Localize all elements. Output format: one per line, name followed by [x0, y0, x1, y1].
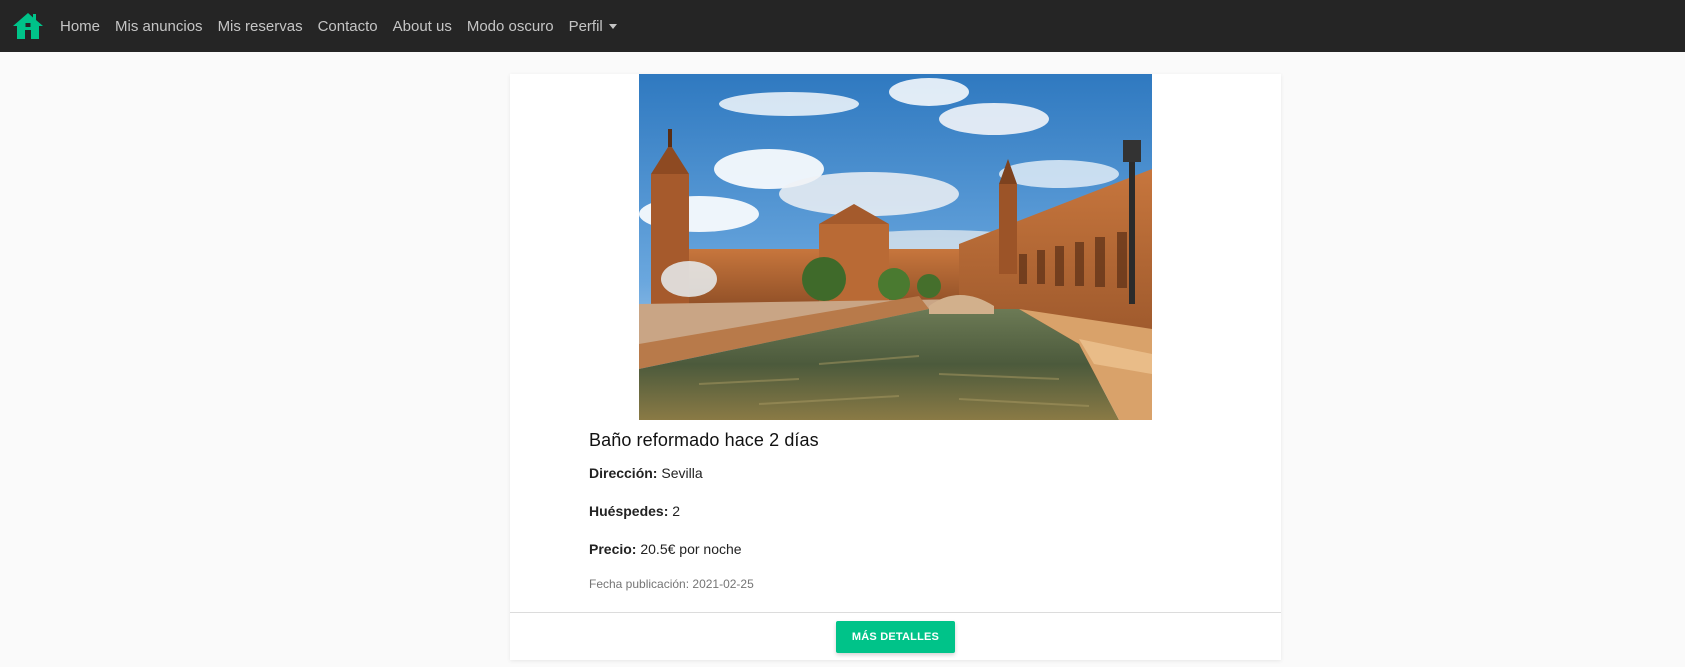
- publication-date: Fecha publicación: 2021-02-25: [589, 577, 754, 591]
- address-value: Sevilla: [661, 465, 703, 481]
- address-row: Dirección: Sevilla: [589, 465, 1209, 481]
- listing-card: Baño reformado hace 2 días Dirección: Se…: [510, 74, 1281, 660]
- guests-row: Huéspedes: 2: [589, 503, 1209, 519]
- more-details-button[interactable]: MÁS DETALLES: [836, 621, 955, 653]
- price-row: Precio: 20.5€ por noche: [589, 541, 1209, 557]
- nav-perfil-dropdown[interactable]: Perfil: [569, 18, 617, 35]
- nav-mis-reservas[interactable]: Mis reservas: [218, 18, 303, 35]
- nav-contacto[interactable]: Contacto: [318, 18, 378, 35]
- home-brand-link[interactable]: [12, 11, 44, 41]
- nav-mis-anuncios[interactable]: Mis anuncios: [115, 18, 203, 35]
- top-navbar: Home Mis anuncios Mis reservas Contacto …: [0, 0, 1685, 52]
- guests-value: 2: [672, 503, 681, 519]
- listing-card-body: Baño reformado hace 2 días Dirección: Se…: [589, 430, 1209, 591]
- plaza-de-espana-image: [639, 74, 1152, 420]
- listing-photo: [639, 74, 1152, 420]
- perfil-label: Perfil: [568, 17, 603, 35]
- price-label: Precio:: [589, 541, 637, 557]
- price-value: 20.5€ por noche: [640, 541, 742, 557]
- listing-card-footer: MÁS DETALLES: [510, 612, 1281, 661]
- chevron-down-icon: [608, 24, 617, 29]
- address-label: Dirección:: [589, 465, 658, 481]
- nav-modo-oscuro[interactable]: Modo oscuro: [467, 18, 554, 35]
- nav-home[interactable]: Home: [60, 18, 100, 35]
- home-icon: [13, 13, 43, 39]
- guests-label: Huéspedes:: [589, 503, 669, 519]
- nav-about-us[interactable]: About us: [393, 18, 452, 35]
- listing-title: Baño reformado hace 2 días: [589, 430, 819, 450]
